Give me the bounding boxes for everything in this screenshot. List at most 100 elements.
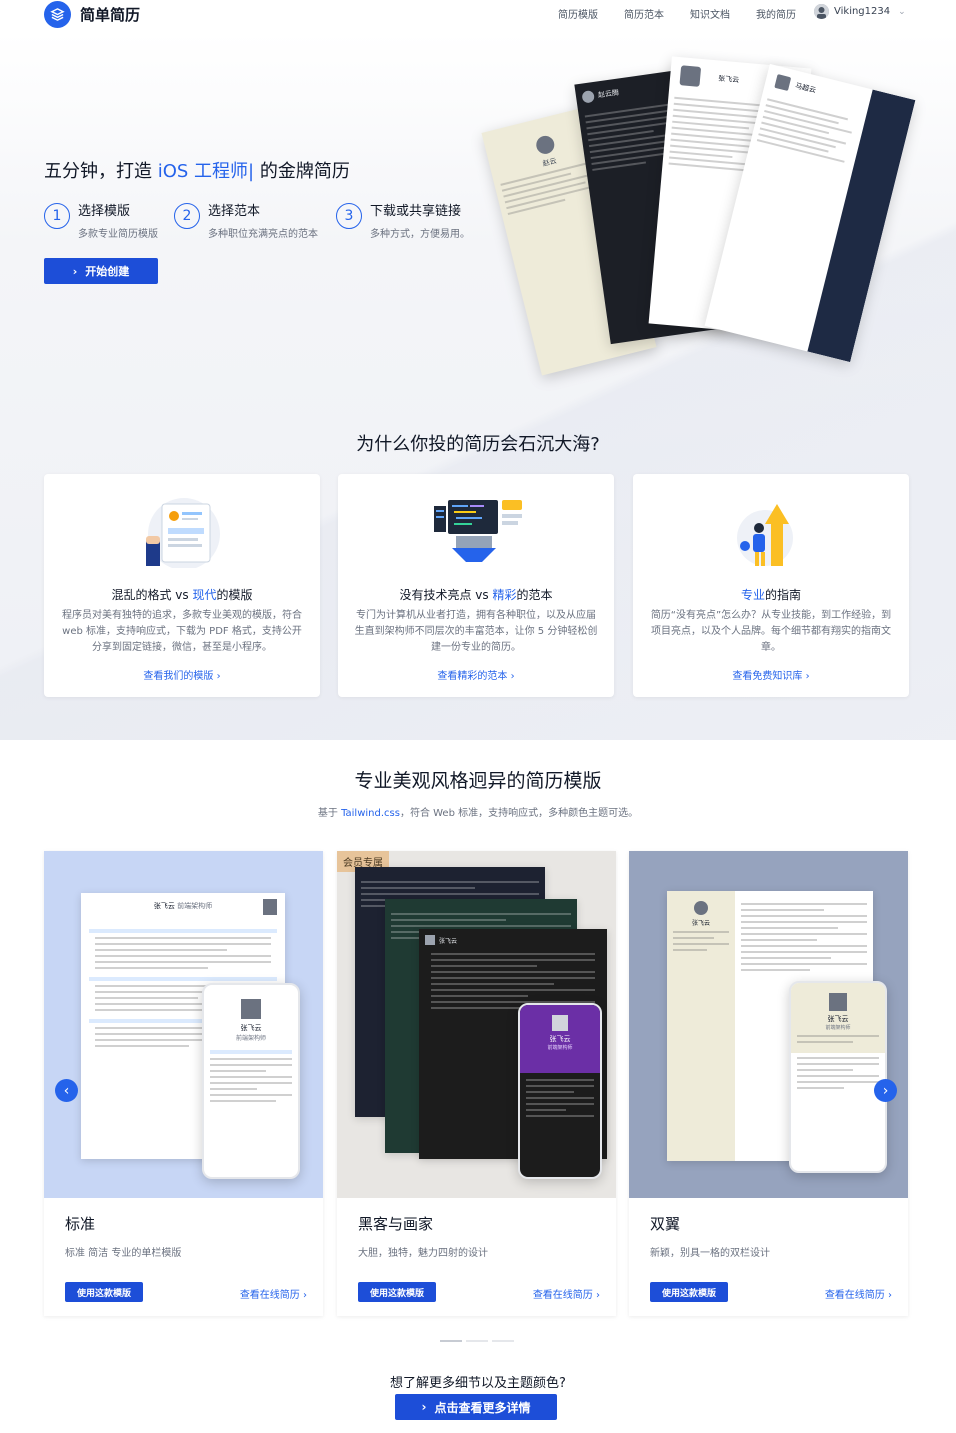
avatar bbox=[694, 901, 708, 915]
preview-name: 张飞云 前端架构师 bbox=[89, 901, 277, 911]
phone-preview: 张飞云 前端架构师 bbox=[789, 981, 887, 1173]
preview-name: 张飞云 bbox=[827, 1015, 849, 1023]
brand-logo[interactable]: 简单简历 bbox=[44, 0, 140, 28]
more-details-question: 想了解更多细节以及主题颜色? bbox=[390, 1376, 566, 1391]
template-name: 黑客与画家 bbox=[358, 1215, 434, 1233]
start-create-label: 开始创建 bbox=[85, 265, 130, 278]
view-online-resume-link[interactable]: 查看在线简历 › bbox=[825, 1286, 892, 1301]
template-desc: 新颖，别具一格的双栏设计 bbox=[650, 1248, 770, 1259]
card-desc: 简历“没有亮点”怎么办？从专业技能，到工作经验，到项目亮点，以及个人品牌。每个细… bbox=[650, 610, 892, 653]
preview-name: 张飞云 bbox=[240, 1024, 262, 1032]
more-details-label: 点击查看更多详情 bbox=[434, 1400, 531, 1415]
brand-name: 简单简历 bbox=[80, 5, 141, 24]
step-title: 选择范本 bbox=[208, 204, 261, 219]
template-preview-hacker: 会员专属 张飞云 张飞云 前端架构师 bbox=[337, 851, 616, 1198]
template-preview-standard: 张飞云 前端架构师 张飞云 前端架构师 bbox=[44, 851, 323, 1198]
preview-name: 张飞云 bbox=[439, 937, 458, 945]
view-online-resume-link[interactable]: 查看在线简历 › bbox=[533, 1286, 600, 1301]
chevron-right-icon: › bbox=[421, 1400, 427, 1414]
avatar bbox=[679, 65, 702, 87]
step-1: 1 选择模版 多款专业简历模版 bbox=[44, 200, 158, 240]
user-menu[interactable]: Viking1234 ⌄ bbox=[814, 4, 906, 19]
layers-icon bbox=[44, 0, 71, 28]
preview-role: 前端架构师 bbox=[235, 1035, 266, 1042]
top-nav: 简单简历 简历模版 简历范本 知识文档 我的简历 Viking1234 ⌄ bbox=[0, 0, 956, 32]
card-title: 混乱的格式 vs 现代的模版 bbox=[44, 586, 320, 603]
preview-role: 前端架构师 bbox=[177, 902, 213, 910]
carousel-prev-button[interactable]: ‹ bbox=[55, 1079, 78, 1102]
template-card-standard: 张飞云 前端架构师 张飞云 前端架构师 标准 标准 简洁 专业的单栏模版 使用这… bbox=[44, 851, 323, 1316]
hero-title-role: iOS 工程师| bbox=[157, 161, 255, 182]
nav-link-my-resumes[interactable]: 我的简历 bbox=[756, 6, 796, 21]
template-preview-two-wings: 张飞云 张飞云 前端架构师 bbox=[629, 851, 908, 1198]
sub-pre: 基于 bbox=[317, 808, 342, 819]
nav-link-docs[interactable]: 知识文档 bbox=[690, 6, 730, 21]
hero-title: 五分钟，打造 iOS 工程师| 的金牌简历 bbox=[44, 157, 350, 183]
code-illustration-icon bbox=[426, 496, 526, 568]
chevron-left-icon: ‹ bbox=[63, 1082, 70, 1099]
template-desc: 大胆，独特，魅力四射的设计 bbox=[358, 1248, 488, 1259]
tailwind-link[interactable]: Tailwind.css bbox=[341, 808, 400, 819]
step-number: 3 bbox=[336, 203, 362, 229]
why-heading: 为什么你投的简历会石沉大海? bbox=[356, 434, 600, 455]
chevron-down-icon: ⌄ bbox=[898, 6, 906, 17]
phone-preview: 张飞云 前端架构师 bbox=[202, 983, 300, 1179]
start-create-button[interactable]: › 开始创建 bbox=[44, 258, 158, 284]
templates-subheading: 基于 Tailwind.css，符合 Web 标准，支持响应式，多种颜色主题可选… bbox=[0, 804, 956, 819]
card-title-highlight: 现代 bbox=[192, 588, 217, 602]
nav-link-samples[interactable]: 简历范本 bbox=[624, 6, 664, 21]
card-title-post: 的范本 bbox=[516, 588, 553, 602]
carousel-next-button[interactable]: › bbox=[874, 1079, 897, 1102]
more-details-button[interactable]: › 点击查看更多详情 bbox=[395, 1394, 557, 1420]
view-knowledge-link[interactable]: 查看免费知识库 › bbox=[633, 667, 909, 682]
avatar bbox=[425, 935, 435, 945]
phone-preview: 张飞云 前端架构师 bbox=[518, 1003, 602, 1179]
step-number: 1 bbox=[44, 203, 70, 229]
card-title: 专业的指南 bbox=[633, 586, 909, 603]
templates-heading: 专业美观风格迥异的简历模版 bbox=[354, 770, 602, 792]
card-title-pre: 没有技术亮点 vs bbox=[399, 588, 493, 602]
use-template-button[interactable]: 使用这款模版 bbox=[358, 1282, 436, 1302]
template-card-two-wings: 张飞云 张飞云 前端架构师 双翼 新颖，别具一格的双栏设计 使用这款模版 查看在… bbox=[629, 851, 908, 1316]
view-templates-link[interactable]: 查看我们的模版 › bbox=[44, 667, 320, 682]
hero-title-suffix: 的金牌简历 bbox=[254, 161, 350, 182]
template-desc: 标准 简洁 专业的单栏模版 bbox=[65, 1248, 182, 1259]
preview-name: 马超云 bbox=[794, 81, 817, 95]
card-title-post: 的模版 bbox=[216, 588, 253, 602]
step-desc: 多种方式，方便易用。 bbox=[370, 229, 470, 240]
growth-arrow-illustration-icon bbox=[721, 496, 821, 568]
nav-link-templates[interactable]: 简历模版 bbox=[558, 6, 598, 21]
hero-title-prefix: 五分钟，打造 bbox=[44, 161, 158, 182]
chevron-right-icon: › bbox=[882, 1082, 889, 1099]
view-samples-link[interactable]: 查看精彩的范本 › bbox=[338, 667, 614, 682]
step-desc: 多种职位充满亮点的范本 bbox=[208, 229, 318, 240]
avatar bbox=[774, 74, 792, 92]
avatar bbox=[241, 999, 261, 1019]
avatar bbox=[829, 993, 847, 1011]
carousel-dot[interactable] bbox=[466, 1340, 488, 1342]
step-title: 下载或共享链接 bbox=[370, 204, 462, 219]
carousel-dot[interactable] bbox=[492, 1340, 514, 1342]
card-title-highlight: 精彩 bbox=[492, 588, 517, 602]
preview-name: 张飞云 bbox=[717, 74, 740, 85]
avatar bbox=[263, 899, 277, 915]
carousel-indicators bbox=[440, 1340, 518, 1342]
use-template-button[interactable]: 使用这款模版 bbox=[65, 1282, 143, 1302]
card-title-highlight: 专业 bbox=[740, 588, 765, 602]
card-desc: 程序员对美有独特的追求，多款专业美观的模版，符合 web 标准，支持响应式，下载… bbox=[62, 610, 302, 653]
preview-name: 赵云腾 bbox=[597, 88, 620, 100]
why-card-templates: 混乱的格式 vs 现代的模版 程序员对美有独特的追求，多款专业美观的模版，符合 … bbox=[44, 474, 320, 697]
card-title-post: 的指南 bbox=[765, 588, 802, 602]
carousel-dot[interactable] bbox=[440, 1340, 462, 1342]
step-title: 选择模版 bbox=[78, 204, 131, 219]
username: Viking1234 bbox=[834, 6, 891, 17]
avatar bbox=[552, 1015, 568, 1031]
step-number: 2 bbox=[174, 203, 200, 229]
step-3: 3 下载或共享链接多种方式，方便易用。 bbox=[336, 200, 470, 240]
preview-name: 张飞云 bbox=[549, 1035, 571, 1043]
avatar bbox=[534, 134, 557, 156]
card-title: 没有技术亮点 vs 精彩的范本 bbox=[338, 586, 614, 603]
card-desc: 专门为计算机从业者打造，拥有各种职位，以及从应届生直到架构师不同层次的丰富范本，… bbox=[354, 610, 598, 653]
view-online-resume-link[interactable]: 查看在线简历 › bbox=[240, 1286, 307, 1301]
use-template-button[interactable]: 使用这款模版 bbox=[650, 1282, 728, 1302]
